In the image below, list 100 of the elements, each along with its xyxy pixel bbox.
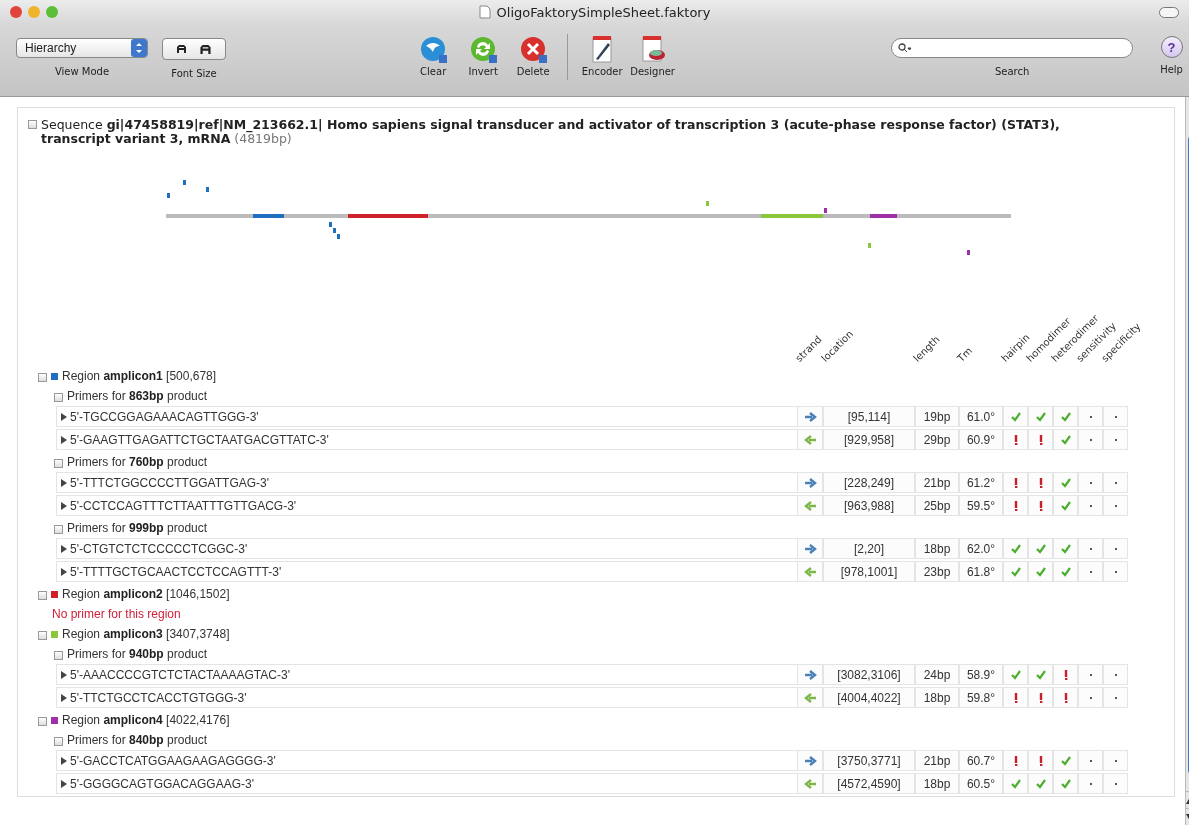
length-cell: 18bp [915,538,959,559]
location-cell: [978,1001] [823,561,915,582]
collapse-toggle[interactable] [54,458,63,468]
location-cell: [4004,4022] [823,687,915,708]
view-mode-dropdown[interactable]: Hierarchy [16,38,148,58]
disclosure-triangle-icon[interactable] [61,435,67,444]
primer-set-label: Primers for 760bp product [67,455,208,469]
primer-sequence: 5'-AAACCCCGTCTCTACTAAAAGTAC-3' [70,667,290,682]
location-cell: [2,20] [823,538,915,559]
search-field[interactable] [891,38,1134,58]
primer-set-label: Primers for 940bp product [67,647,208,661]
disclosure-triangle-icon[interactable] [61,779,67,788]
collapse-toggle[interactable] [54,524,63,534]
tm-cell: 62.0° [959,538,1003,559]
toolbar-label: Search [995,66,1030,77]
length-cell: 18bp [915,687,959,708]
disclosure-triangle-icon[interactable] [61,412,67,421]
primer-sequence-cell[interactable]: 5'-GACCTCATGGAAGAAGAGGGG-3' [56,750,797,771]
left-arrow-icon [803,500,817,511]
primer-set-label: Primers for 840bp product [67,733,208,747]
primer-sequence-cell[interactable]: 5'-CTGTCTCTCCCCCTCGGC-3' [56,538,797,559]
left-arrow-icon [803,778,817,789]
disclosure-triangle-icon[interactable] [61,544,67,553]
location-cell: [4572,4590] [823,773,915,794]
help-button[interactable]: ? [1160,36,1183,58]
small-font-icon [177,45,186,53]
tm-cell: 58.9° [959,664,1003,685]
font-size-control[interactable] [162,38,226,60]
tm-cell: 60.7° [959,750,1003,771]
collapse-toggle[interactable] [28,120,37,129]
primer-sequence: 5'-TTTCTGGCCCCTTGGATTGAG-3' [70,475,269,490]
tm-cell: 60.5° [959,773,1003,794]
primer-sequence: 5'-CCTCCAGTTTCTTAATTTGTTGACG-3' [70,498,297,513]
check-icon [1060,543,1071,554]
column-header: Tm [955,345,975,364]
primer-sequence: 5'-TTCTGCCTCACCTGTGGG-3' [70,690,247,705]
primer-sequence-cell[interactable]: 5'-TTTCTGGCCCCTTGGATTGAG-3' [56,472,797,493]
disclosure-triangle-icon[interactable] [61,478,67,487]
location-cell: [95,114] [823,406,915,427]
primer-sequence-cell[interactable]: 5'-GGGGCAGTGGACAGGAAG-3' [56,773,797,794]
check-icon [1010,411,1021,422]
check-icon [1060,566,1071,577]
close-button[interactable] [10,6,22,18]
primer-sequence-cell[interactable]: 5'-TTCTGCCTCACCTGTGGG-3' [56,687,797,708]
primer-sequence: 5'-TGCCGGAGAAACAGTTGGG-3' [70,409,259,424]
primer-sequence-cell[interactable]: 5'-TGCCGGAGAAACAGTTGGG-3' [56,406,797,427]
search-icon [898,43,913,53]
disclosure-triangle-icon[interactable] [61,567,67,576]
right-arrow-icon [803,543,817,554]
primer-sequence: 5'-GAAGTTGAGATTCTGCTAATGACGTTATC-3' [70,432,329,447]
check-icon [1035,778,1046,789]
tm-cell: 61.0° [959,406,1003,427]
toolbar-toggle-button[interactable] [1159,6,1179,18]
length-cell: 23bp [915,561,959,582]
encoder-button[interactable]: Encoder [580,34,625,77]
invert-button[interactable]: Invert [461,34,506,77]
check-icon [1010,543,1021,554]
disclosure-triangle-icon[interactable] [61,670,67,679]
designer-button[interactable]: Designer [630,34,675,77]
right-arrow-icon [803,411,817,422]
check-icon [1060,411,1071,422]
tm-cell: 61.8° [959,561,1003,582]
tm-cell: 59.8° [959,687,1003,708]
check-icon [1060,500,1071,511]
primer-sequence-cell[interactable]: 5'-TTTTGCTGCAACTCCTCCAGTTT-3' [56,561,797,582]
disclosure-triangle-icon[interactable] [61,693,67,702]
length-cell: 25bp [915,495,959,516]
location-cell: [3750,3771] [823,750,915,771]
primer-sequence-cell[interactable]: 5'-GAAGTTGAGATTCTGCTAATGACGTTATC-3' [56,429,797,450]
large-font-icon [200,44,211,54]
primer-sequence-cell[interactable]: 5'-AAACCCCGTCTCTACTAAAAGTAC-3' [56,664,797,685]
length-cell: 21bp [915,750,959,771]
check-icon [1010,778,1021,789]
length-cell: 24bp [915,664,959,685]
primer-sequence: 5'-CTGTCTCTCCCCCTCGGC-3' [70,541,248,556]
primer-sequence: 5'-GGGGCAGTGGACAGGAAG-3' [70,776,254,791]
collapse-toggle[interactable] [38,590,47,600]
delete-icon [518,34,549,64]
check-icon [1060,477,1071,488]
no-primer-message: No primer for this region [52,606,182,623]
primer-sequence: 5'-TTTTGCTGCAACTCCTCCAGTTT-3' [70,564,282,579]
right-arrow-icon [803,669,817,680]
region-label: Region amplicon4 [4022,4176] [62,713,230,727]
length-cell: 21bp [915,472,959,493]
left-arrow-icon [803,434,817,445]
length-cell: 18bp [915,773,959,794]
disclosure-triangle-icon[interactable] [61,501,67,510]
length-cell: 19bp [915,406,959,427]
toolbar-label: Font Size [171,68,217,79]
clear-button[interactable]: Clear [411,34,456,77]
check-icon [1035,566,1046,577]
left-arrow-icon [803,692,817,703]
check-icon [1060,755,1071,766]
primer-sequence-cell[interactable]: 5'-CCTCCAGTTTCTTAATTTGTTGACG-3' [56,495,797,516]
delete-button[interactable]: Delete [511,34,556,77]
circular-arrows-icon [468,34,499,64]
sequence-title: Sequence gi|47458819|ref|NM_213662.1| Homo sapiens signal transducer and activator of transcription 3 (acute-phase response factor) (STAT3), transcript variant 3, mRNA (4819bp) [41,118,1061,146]
toolbar-label: View Mode [54,66,110,77]
disclosure-triangle-icon[interactable] [61,756,67,765]
location-cell: [228,249] [823,472,915,493]
